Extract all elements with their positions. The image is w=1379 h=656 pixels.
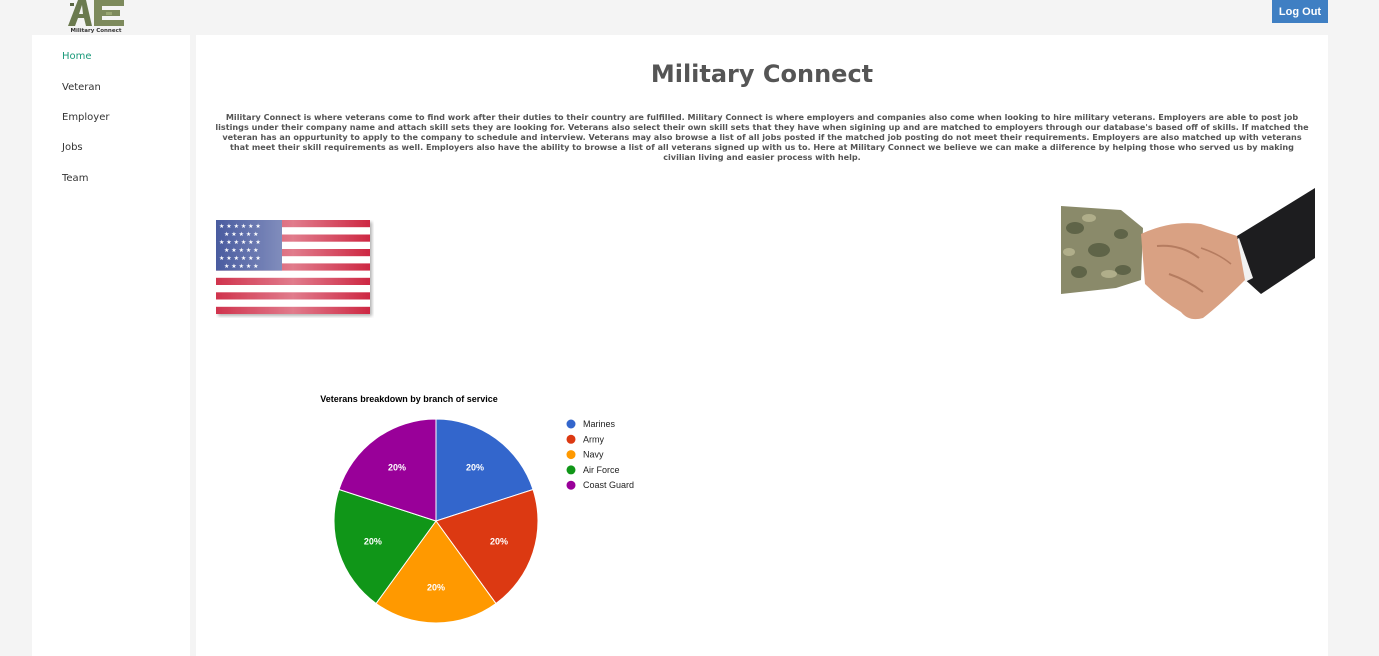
sidebar-item-home[interactable]: Home	[62, 51, 92, 62]
slice-label: 20%	[466, 462, 484, 472]
sidebar-item-veteran[interactable]: Veteran	[62, 82, 101, 93]
slice-label: 20%	[490, 536, 508, 546]
legend-item[interactable]: Army	[583, 434, 604, 444]
legend-swatch	[566, 419, 576, 429]
sidebar-item-employer[interactable]: Employer	[62, 112, 110, 123]
sidebar-item-team[interactable]: Team	[62, 173, 88, 184]
main-content: Military Connect Military Connect is whe…	[196, 35, 1328, 656]
legend-item[interactable]: Navy	[583, 450, 604, 460]
chart-legend: Marines Army Navy Air Force Coast Guard	[566, 419, 634, 490]
legend-swatch	[566, 434, 576, 444]
slice-label: 20%	[364, 536, 382, 546]
legend-item[interactable]: Marines	[583, 419, 616, 429]
branch-pie-chart: Veterans breakdown by branch of service …	[320, 394, 634, 624]
legend-swatch	[566, 450, 576, 460]
chart-title: Veterans breakdown by branch of service	[320, 394, 498, 404]
legend-swatch	[566, 480, 576, 490]
logo-text: Military Connect	[71, 28, 122, 34]
american-flag-image: ★ ★ ★ ★ ★ ★ ★ ★ ★ ★ ★ ★ ★ ★ ★ ★ ★ ★ ★ ★ …	[216, 220, 370, 314]
sidebar-item-jobs[interactable]: Jobs	[62, 142, 83, 153]
legend-swatch	[566, 465, 576, 475]
military-connect-logo: Military Connect	[68, 0, 124, 34]
handshake-image	[1061, 188, 1315, 320]
legend-item[interactable]: Coast Guard	[583, 480, 634, 490]
intro-paragraph: Military Connect is where veterans come …	[215, 112, 1309, 162]
logout-button[interactable]: Log Out	[1272, 0, 1328, 23]
page-title: Military Connect	[650, 60, 874, 88]
slice-label: 20%	[388, 462, 406, 472]
pie-slices	[333, 418, 539, 624]
sidebar: Home Veteran Employer Jobs Team	[32, 35, 190, 656]
slice-label: 20%	[427, 582, 445, 592]
legend-item[interactable]: Air Force	[583, 465, 620, 475]
